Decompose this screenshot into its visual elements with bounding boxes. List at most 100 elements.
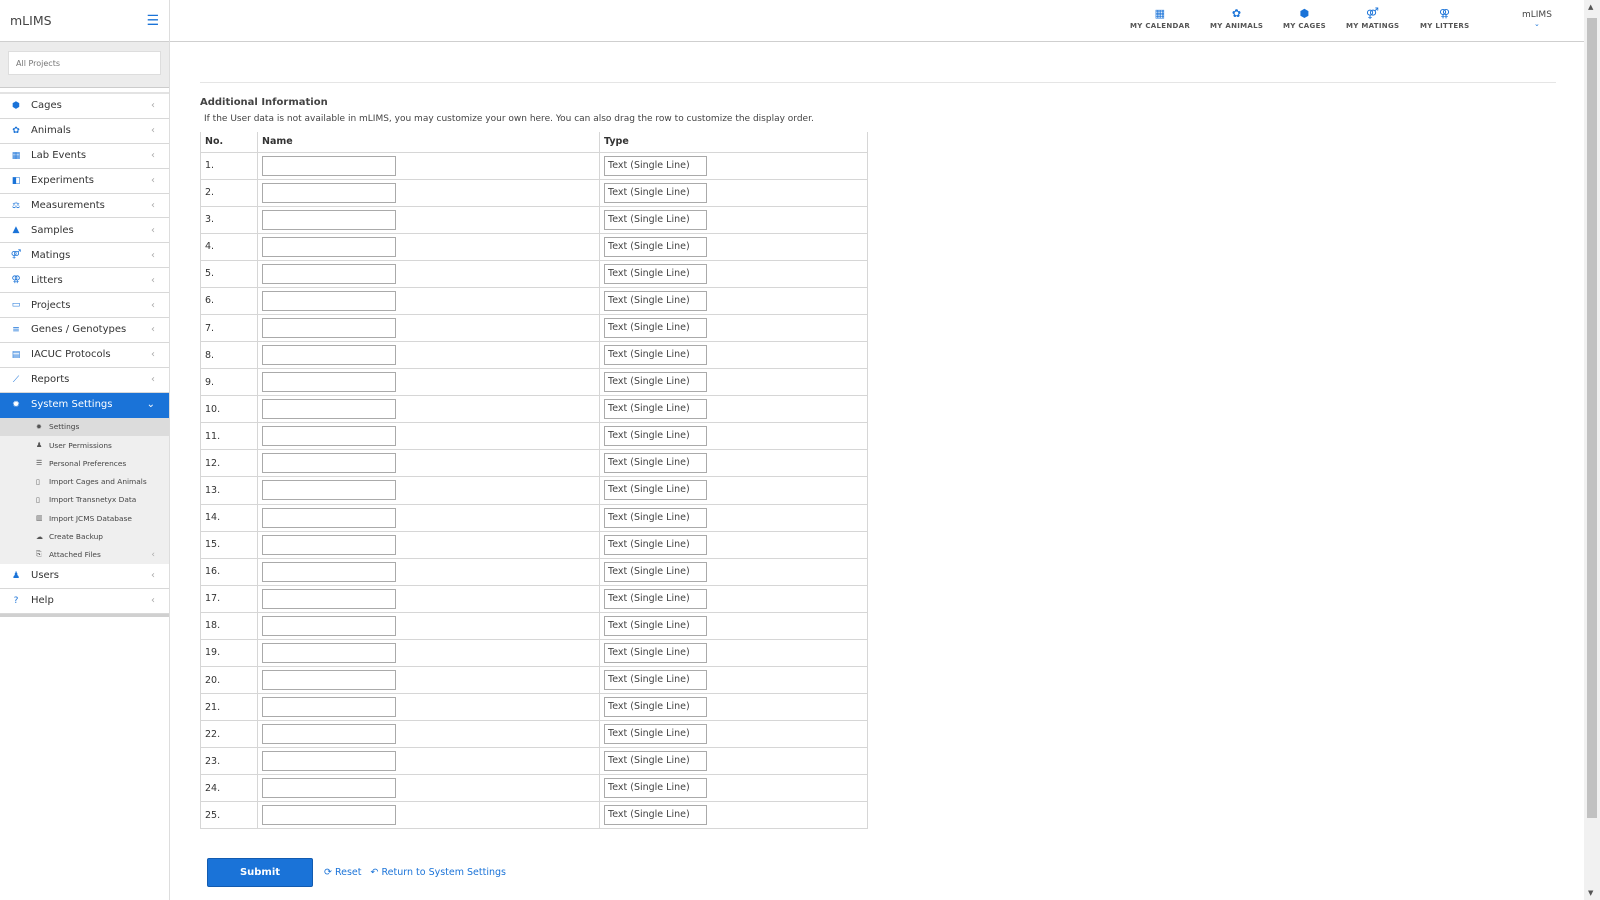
field-type-select[interactable]: Text (Single Line) xyxy=(604,805,707,826)
sidebar-item[interactable]: ♟ Users ‹ xyxy=(0,564,169,589)
field-name-input[interactable] xyxy=(262,372,396,393)
project-selector-input[interactable] xyxy=(8,51,161,75)
field-name-input[interactable] xyxy=(262,209,396,230)
field-type-select[interactable]: Text (Single Line) xyxy=(604,534,707,555)
submenu-item[interactable]: ☁ Create Backup xyxy=(0,527,169,545)
field-name-input[interactable] xyxy=(262,399,396,420)
table-row[interactable]: 7. Text (Single Line) xyxy=(200,313,868,343)
table-row[interactable]: 12. Text (Single Line) xyxy=(200,449,868,478)
scroll-up-arrow-icon[interactable]: ▲ xyxy=(1588,3,1593,11)
field-type-select[interactable]: Text (Single Line) xyxy=(604,426,707,447)
field-name-input[interactable] xyxy=(262,263,396,284)
table-row[interactable]: 8. Text (Single Line) xyxy=(200,341,868,370)
field-name-input[interactable] xyxy=(262,751,396,772)
field-name-input[interactable] xyxy=(262,778,396,799)
user-menu[interactable]: mLIMS ⌄ xyxy=(1522,10,1552,28)
submit-button[interactable]: Submit xyxy=(207,858,313,887)
reset-link[interactable]: ⟳ Reset xyxy=(324,867,362,878)
field-type-select[interactable]: Text (Single Line) xyxy=(604,453,707,474)
field-name-input[interactable] xyxy=(262,318,396,338)
field-type-select[interactable]: Text (Single Line) xyxy=(604,236,707,257)
field-name-input[interactable] xyxy=(262,290,396,311)
table-row[interactable]: 13. Text (Single Line) xyxy=(200,476,868,505)
table-row[interactable]: 11. Text (Single Line) xyxy=(200,422,868,451)
table-row[interactable]: 14. Text (Single Line) xyxy=(200,503,868,532)
table-row[interactable]: 19. Text (Single Line) xyxy=(200,638,868,667)
submenu-item[interactable]: ▯ Import Cages and Animals xyxy=(0,472,169,490)
table-row[interactable]: 5. Text (Single Line) xyxy=(200,259,868,288)
field-type-select[interactable]: Text (Single Line) xyxy=(604,290,707,311)
sidebar-item[interactable]: ⬢ Cages ‹ xyxy=(0,94,169,119)
top-nav-item[interactable]: ⬢ MY CAGES xyxy=(1283,7,1326,30)
top-nav-item[interactable]: ▦ MY CALENDAR xyxy=(1130,7,1190,30)
table-row[interactable]: 6. Text (Single Line) xyxy=(200,286,868,315)
field-type-select[interactable]: Text (Single Line) xyxy=(604,318,707,338)
scroll-down-arrow-icon[interactable]: ▼ xyxy=(1588,889,1593,897)
table-row[interactable]: 1. Text (Single Line) xyxy=(200,151,868,180)
field-type-select[interactable]: Text (Single Line) xyxy=(604,778,707,799)
field-type-select[interactable]: Text (Single Line) xyxy=(604,670,707,691)
field-type-select[interactable]: Text (Single Line) xyxy=(604,263,707,284)
field-name-input[interactable] xyxy=(262,345,396,366)
top-nav-item[interactable]: ⚢ MY LITTERS xyxy=(1420,7,1469,30)
sidebar-item[interactable]: ⚖ Measurements ‹ xyxy=(0,194,169,219)
sidebar-item[interactable]: ≡ Genes / Genotypes ‹ xyxy=(0,318,169,343)
field-type-select[interactable]: Text (Single Line) xyxy=(604,751,707,772)
field-type-select[interactable]: Text (Single Line) xyxy=(604,507,707,528)
field-type-select[interactable]: Text (Single Line) xyxy=(604,182,707,203)
field-name-input[interactable] xyxy=(262,670,396,691)
table-row[interactable]: 20. Text (Single Line) xyxy=(200,665,868,695)
sidebar-item[interactable]: ⟋ Reports ‹ xyxy=(0,368,169,393)
table-row[interactable]: 22. Text (Single Line) xyxy=(200,720,868,749)
sidebar-item[interactable]: ▤ IACUC Protocols ‹ xyxy=(0,343,169,368)
table-row[interactable]: 3. Text (Single Line) xyxy=(200,205,868,234)
vertical-scrollbar[interactable]: ▲ ▼ xyxy=(1584,0,1600,900)
field-name-input[interactable] xyxy=(262,507,396,528)
top-nav-item[interactable]: ⚤ MY MATINGS xyxy=(1346,7,1399,30)
field-name-input[interactable] xyxy=(262,155,396,176)
sidebar-item[interactable]: ▲ Samples ‹ xyxy=(0,218,169,244)
field-type-select[interactable]: Text (Single Line) xyxy=(604,372,707,393)
field-type-select[interactable]: Text (Single Line) xyxy=(604,615,707,636)
submenu-item[interactable]: ✹ Settings xyxy=(0,417,169,436)
table-row[interactable]: 9. Text (Single Line) xyxy=(200,368,868,397)
field-type-select[interactable]: Text (Single Line) xyxy=(604,642,707,663)
submenu-item[interactable]: ☰ Personal Preferences xyxy=(0,454,169,472)
sidebar-item[interactable]: ⚤ Matings ‹ xyxy=(0,243,169,269)
sidebar-item-system-settings[interactable]: ✹ System Settings ⌄ xyxy=(0,392,169,418)
field-name-input[interactable] xyxy=(262,588,396,609)
submenu-item[interactable]: ▯ Import Transnetyx Data xyxy=(0,491,169,509)
field-name-input[interactable] xyxy=(262,426,396,447)
sidebar-item[interactable]: ⚢ Litters ‹ xyxy=(0,268,169,294)
field-name-input[interactable] xyxy=(262,182,396,203)
field-name-input[interactable] xyxy=(262,615,396,636)
field-name-input[interactable] xyxy=(262,534,396,555)
field-name-input[interactable] xyxy=(262,236,396,257)
submenu-item[interactable]: ⎘ Attached Files ‹ xyxy=(0,546,169,564)
sidebar-item[interactable]: ▦ Lab Events ‹ xyxy=(0,144,169,169)
table-row[interactable]: 23. Text (Single Line) xyxy=(200,747,868,776)
table-row[interactable]: 24. Text (Single Line) xyxy=(200,774,868,803)
scrollbar-thumb[interactable] xyxy=(1587,18,1597,818)
table-row[interactable]: 4. Text (Single Line) xyxy=(200,232,868,261)
table-row[interactable]: 17. Text (Single Line) xyxy=(200,584,868,613)
sidebar-item[interactable]: ◧ Experiments ‹ xyxy=(0,169,169,194)
table-row[interactable]: 2. Text (Single Line) xyxy=(200,178,868,207)
table-row[interactable]: 15. Text (Single Line) xyxy=(200,530,868,559)
table-row[interactable]: 16. Text (Single Line) xyxy=(200,557,868,586)
table-row[interactable]: 18. Text (Single Line) xyxy=(200,611,868,640)
table-row[interactable]: 10. Text (Single Line) xyxy=(200,395,868,424)
field-name-input[interactable] xyxy=(262,453,396,474)
hamburger-menu-icon[interactable]: ☰ xyxy=(146,13,159,29)
field-name-input[interactable] xyxy=(262,642,396,663)
submenu-item[interactable]: ♟ User Permissions xyxy=(0,436,169,454)
field-type-select[interactable]: Text (Single Line) xyxy=(604,561,707,582)
field-type-select[interactable]: Text (Single Line) xyxy=(604,399,707,420)
field-name-input[interactable] xyxy=(262,724,396,745)
field-type-select[interactable]: Text (Single Line) xyxy=(604,345,707,366)
field-type-select[interactable]: Text (Single Line) xyxy=(604,724,707,745)
field-name-input[interactable] xyxy=(262,561,396,582)
field-type-select[interactable]: Text (Single Line) xyxy=(604,480,707,501)
table-row[interactable]: 21. Text (Single Line) xyxy=(200,693,868,722)
field-name-input[interactable] xyxy=(262,697,396,718)
